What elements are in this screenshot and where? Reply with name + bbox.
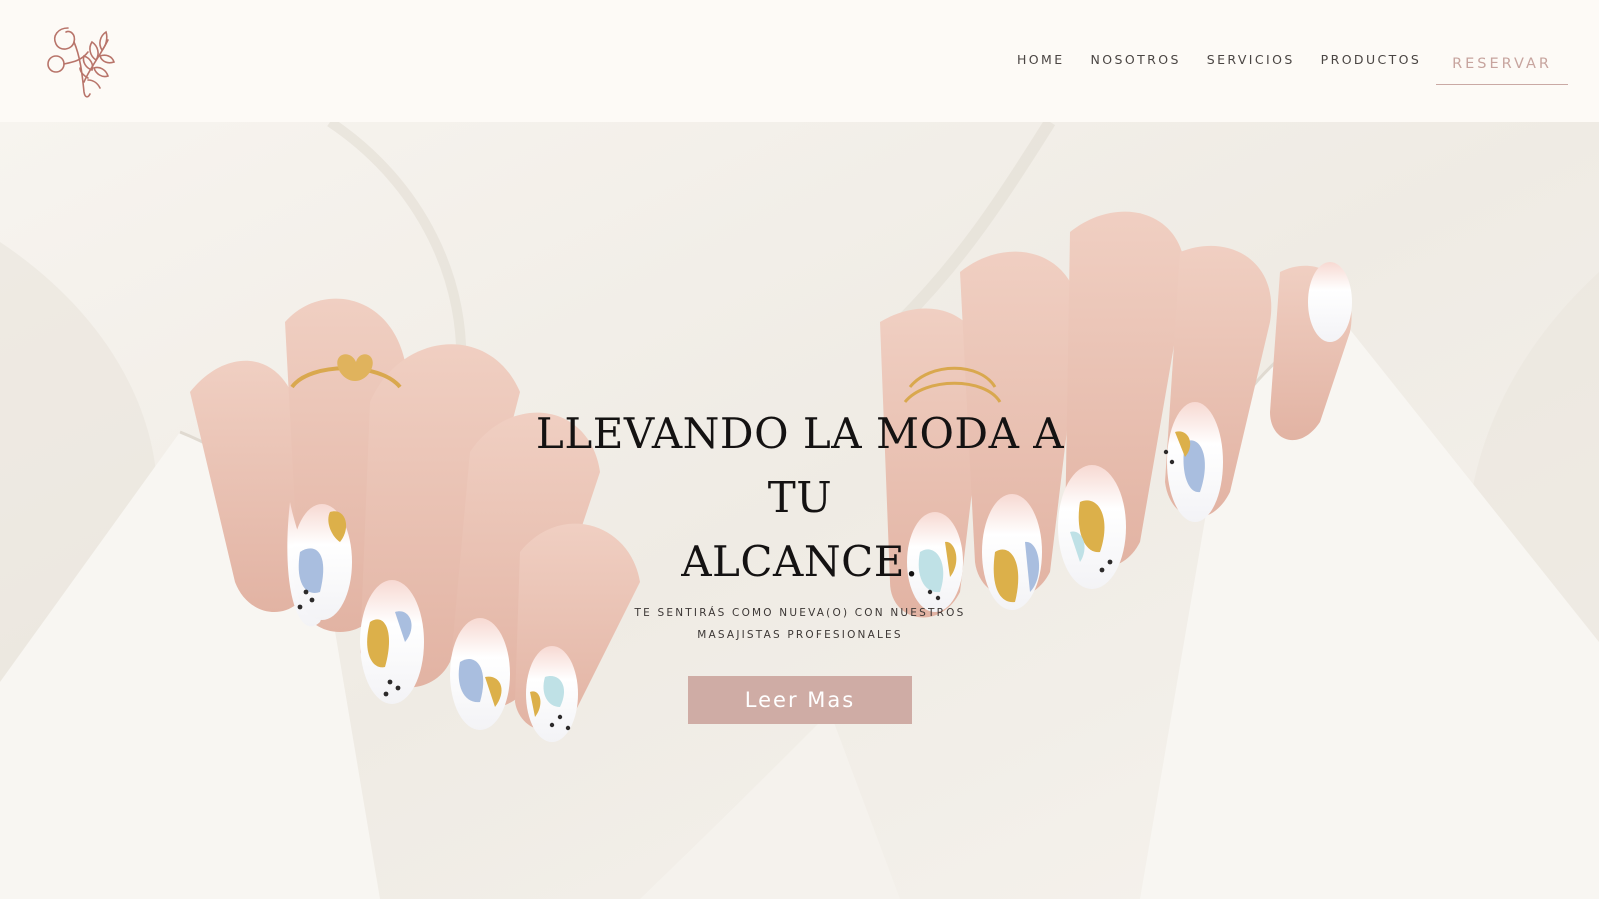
main-nav: HOME NOSOTROS SERVICIOS PRODUCTOS [1017, 52, 1421, 67]
nav-item-home[interactable]: HOME [1017, 52, 1065, 67]
hero-section: LLEVANDO LA MODA A TU ALCANCE. TE SENTIR… [0, 122, 1599, 899]
page: HOME NOSOTROS SERVICIOS PRODUCTOS RESERV… [0, 0, 1599, 899]
nav-item-nosotros[interactable]: NOSOTROS [1091, 52, 1181, 67]
read-more-button[interactable]: Leer Mas [688, 676, 912, 724]
hero-title: LLEVANDO LA MODA A TU ALCANCE. [500, 402, 1100, 594]
site-header: HOME NOSOTROS SERVICIOS PRODUCTOS RESERV… [0, 0, 1599, 122]
nav-item-productos[interactable]: PRODUCTOS [1321, 52, 1422, 67]
hero-title-line-2: ALCANCE. [681, 537, 919, 586]
reserve-button[interactable]: RESERVAR [1436, 44, 1568, 85]
nav-item-servicios[interactable]: SERVICIOS [1207, 52, 1295, 67]
hero-subtitle: TE SENTIRÁS COMO NUEVA(O) CON NUESTROS M… [634, 607, 966, 641]
botanical-logo-icon[interactable] [44, 22, 116, 100]
hero-title-line-1: LLEVANDO LA MODA A TU [535, 409, 1065, 522]
hero-content: LLEVANDO LA MODA A TU ALCANCE. TE SENTIR… [500, 402, 1100, 724]
